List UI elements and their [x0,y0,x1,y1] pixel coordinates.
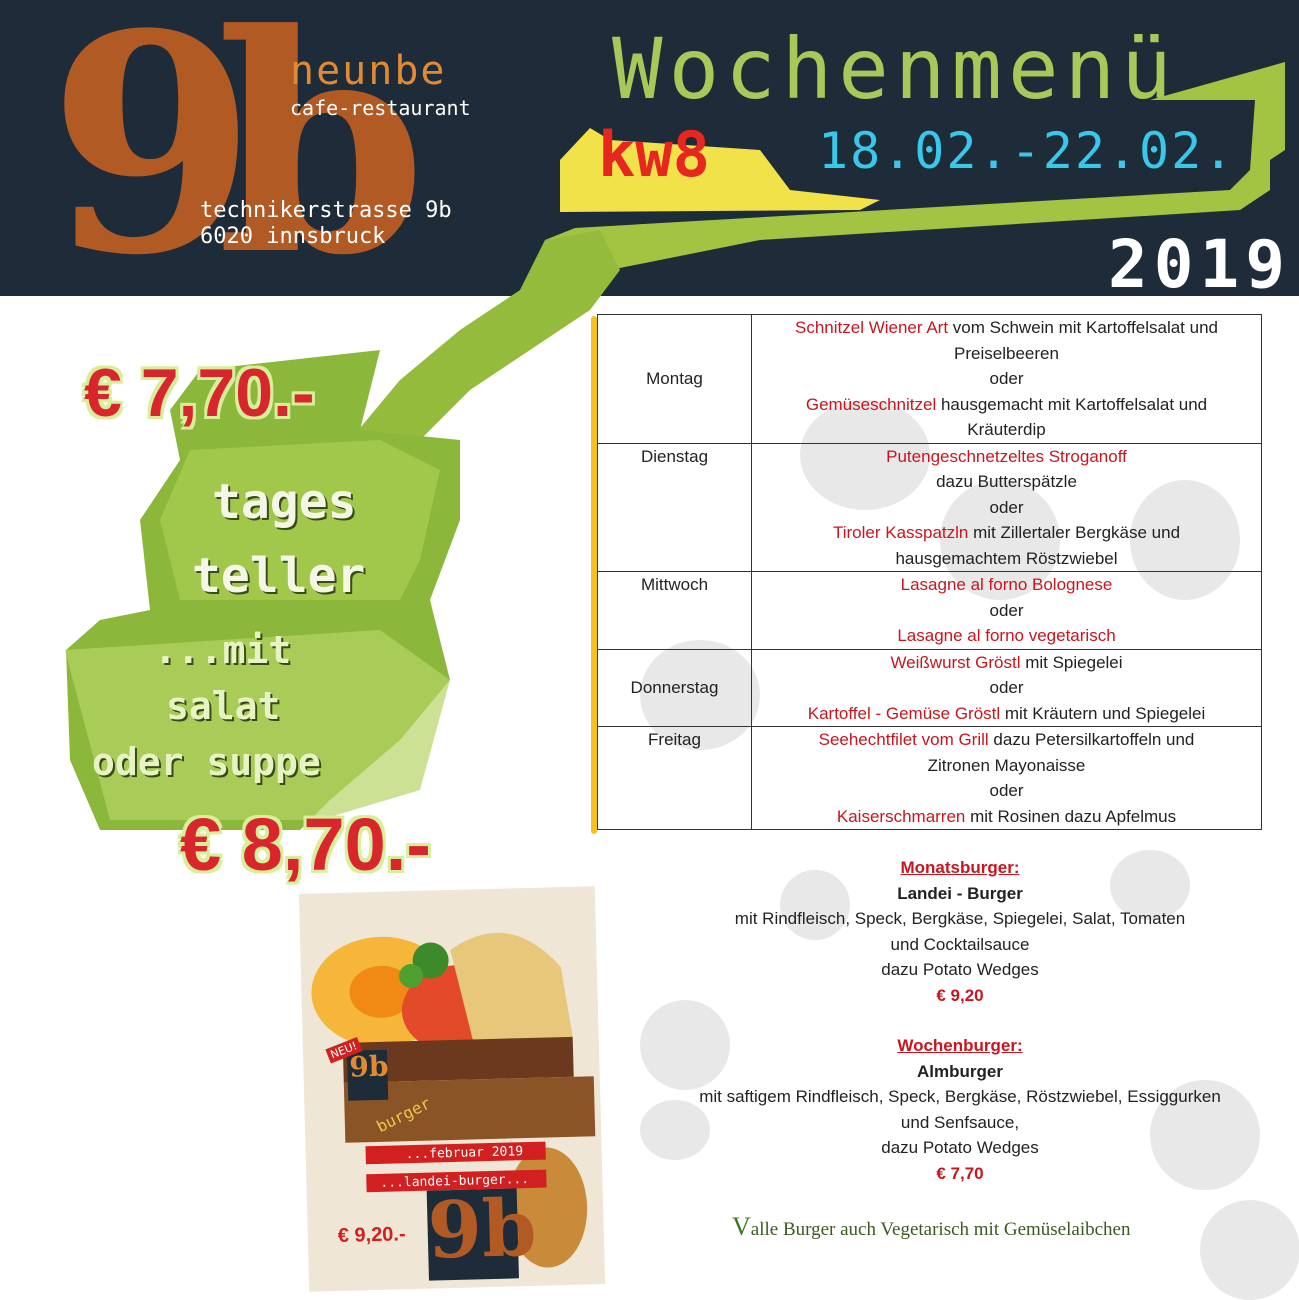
dish-name: Tiroler Kasspatzln [832,523,969,542]
dish-name: Putengeschnetzeltes Stroganoff [886,446,1127,466]
dish-line: Lasagne al forno Bolognese [752,572,1261,598]
dish-line: Seehechtfilet vom Grill dazu Petersilkar… [752,727,1261,753]
label-teller: teller [192,548,366,604]
price-top: € 7,70.- [84,355,315,431]
weekly-menu-table: Montag Schnitzel Wiener Art vom Schwein m… [597,314,1262,830]
menu-dishes: Schnitzel Wiener Art vom Schwein mit Kar… [751,314,1262,444]
dish-name: Kartoffel - Gemüse Gröstl [807,703,1001,723]
dish-description: oder [989,678,1024,697]
dish-line: oder [752,495,1261,521]
poster-price: € 9,20.- [337,1223,406,1248]
dish-line: Kartoffel - Gemüse Gröstl mit Kräutern u… [752,701,1261,727]
menu-dishes: Lasagne al forno Bolognese oder Lasagne al… [751,571,1262,650]
weekly-burger-desc-2: und Senfsauce, [900,1112,1020,1132]
menu-day: Freitag [597,726,752,830]
dish-description: mit Spiegelei [1020,652,1123,672]
menu-day: Dienstag [597,442,752,572]
label-tages: tages [212,474,357,530]
dish-name: Lasagne al forno vegetarisch [897,626,1116,645]
monthly-burger-heading: Monatsburger: [900,858,1020,877]
vegetarian-note: Valle Burger auch Vegetarisch mit Gemüse… [732,1212,1130,1242]
weekly-burger-price: € 7,70 [936,1163,984,1183]
dish-description: oder [989,781,1024,800]
week-dates: 18.02.-22.02. [818,122,1236,180]
burger-poster: NEU! 9b burger ...februar 2019 ...landei… [298,886,606,1292]
dish-description: Kräuterdip [967,420,1046,439]
dish-description: Preiselbeeren [954,343,1059,363]
dish-description: oder [989,369,1024,388]
dish-description: Zitronen Mayonaisse [927,755,1086,775]
monthly-burger-desc-3: dazu Potato Wedges [881,960,1039,979]
dish-line: Preiselbeeren [752,341,1261,367]
dish-line: hausgemachtem Röstzwiebel [752,546,1261,572]
dish-description: vom Schwein mit Kartoffelsalat und [948,318,1218,337]
poster-month: ...februar 2019 [405,1144,524,1163]
dish-name: Weißwurst Gröstl [890,652,1021,672]
menu-dishes: Seehechtfilet vom Grill dazu Petersilkar… [751,726,1262,830]
menu-dishes: Putengeschnetzeltes Stroganoff dazu Butte… [751,442,1262,572]
weekly-burger-desc-3: dazu Potato Wedges [881,1138,1039,1157]
monthly-burger-desc-1: mit Rindfleisch, Speck, Bergkäse, Spiege… [734,909,1186,928]
poster-logo-small: 9b [348,1049,389,1084]
dish-line: Zitronen Mayonaisse [752,753,1261,779]
weekly-burger-name: Almburger [917,1061,1003,1081]
weekly-burger-desc-1: mit saftigem Rindfleisch, Speck, Bergkäs… [699,1087,1221,1106]
dish-name: Schnitzel Wiener Art [795,318,949,337]
monthly-burger-price: € 9,20 [936,985,984,1005]
vegetarian-icon: V [732,1212,751,1241]
dish-description: dazu Petersilkartoffeln und [988,730,1195,749]
dish-line: Gemüseschnitzel hausgemacht mit Kartoffe… [752,392,1261,418]
monthly-burger-desc-2: und Cocktailsauce [890,934,1030,954]
dish-line: Putengeschnetzeltes Stroganoff [752,444,1261,470]
week-number: kw8 [598,118,710,191]
dish-line: oder [752,598,1261,624]
dish-line: oder [752,778,1261,804]
price-bottom: € 8,70.- [180,803,431,886]
dish-line: Weißwurst Gröstl mit Spiegelei [752,650,1261,676]
dish-line: dazu Butterspätzle [752,469,1261,495]
dish-name: Lasagne al forno Bolognese [900,575,1113,594]
dish-line: oder [752,675,1261,701]
dish-name: Kaiserschmarren [836,806,966,826]
label-mit: ...mit [154,628,292,672]
year-label: 2019 [1108,226,1291,303]
monthly-burger-name: Landei - Burger [897,883,1023,903]
poster-logo: 9b [426,1182,538,1277]
dish-line: Schnitzel Wiener Art vom Schwein mit Kar… [752,315,1261,341]
vegetarian-note-text: alle Burger auch Vegetarisch mit Gemüsel… [750,1219,1131,1240]
dish-description: hausgemachtem Röstzwiebel [895,548,1118,568]
menu-day: Mittwoch [597,571,752,650]
weekly-burger-heading: Wochenburger: [897,1036,1023,1055]
menu-row: Donnerstag Weißwurst Gröstl mit Spiegelei… [597,648,1262,727]
menu-day: Montag [597,314,752,444]
dish-description: dazu Butterspätzle [936,472,1077,491]
dish-line: Lasagne al forno vegetarisch [752,623,1261,649]
menu-row: Freitag Seehechtfilet vom Grill dazu Pete… [597,726,1262,830]
dish-description: hausgemacht mit Kartoffelsalat und [936,394,1208,414]
dish-line: oder [752,366,1261,392]
dish-description: oder [989,497,1024,517]
menu-row: Mittwoch Lasagne al forno Bolognese oder La… [597,571,1262,650]
menu-row: Montag Schnitzel Wiener Art vom Schwein m… [597,314,1262,444]
label-oder-suppe: oder suppe [92,740,321,784]
menu-dishes: Weißwurst Gröstl mit Spiegelei oder Kartof… [751,648,1262,727]
burger-section: Monatsburger: Landei - Burger mit Rindfl… [640,855,1280,1186]
dish-name: Gemüseschnitzel [805,394,937,414]
dish-description: mit Kräutern und Spiegelei [1000,703,1206,723]
dish-description: oder [989,600,1024,620]
dish-description: mit Zillertaler Bergkäse und [968,523,1181,542]
menu-row: Dienstag Putengeschnetzeltes Stroganoff da… [597,442,1262,572]
dish-description: mit Rosinen dazu Apfelmus [965,806,1177,826]
dish-line: Tiroler Kasspatzln mit Zillertaler Bergk… [752,520,1261,546]
dish-line: Kaiserschmarren mit Rosinen dazu Apfelmu… [752,804,1261,830]
label-salat: salat [166,684,281,728]
dish-line: Kräuterdip [752,417,1261,443]
menu-day: Donnerstag [597,648,752,727]
dish-name: Seehechtfilet vom Grill [818,730,989,749]
